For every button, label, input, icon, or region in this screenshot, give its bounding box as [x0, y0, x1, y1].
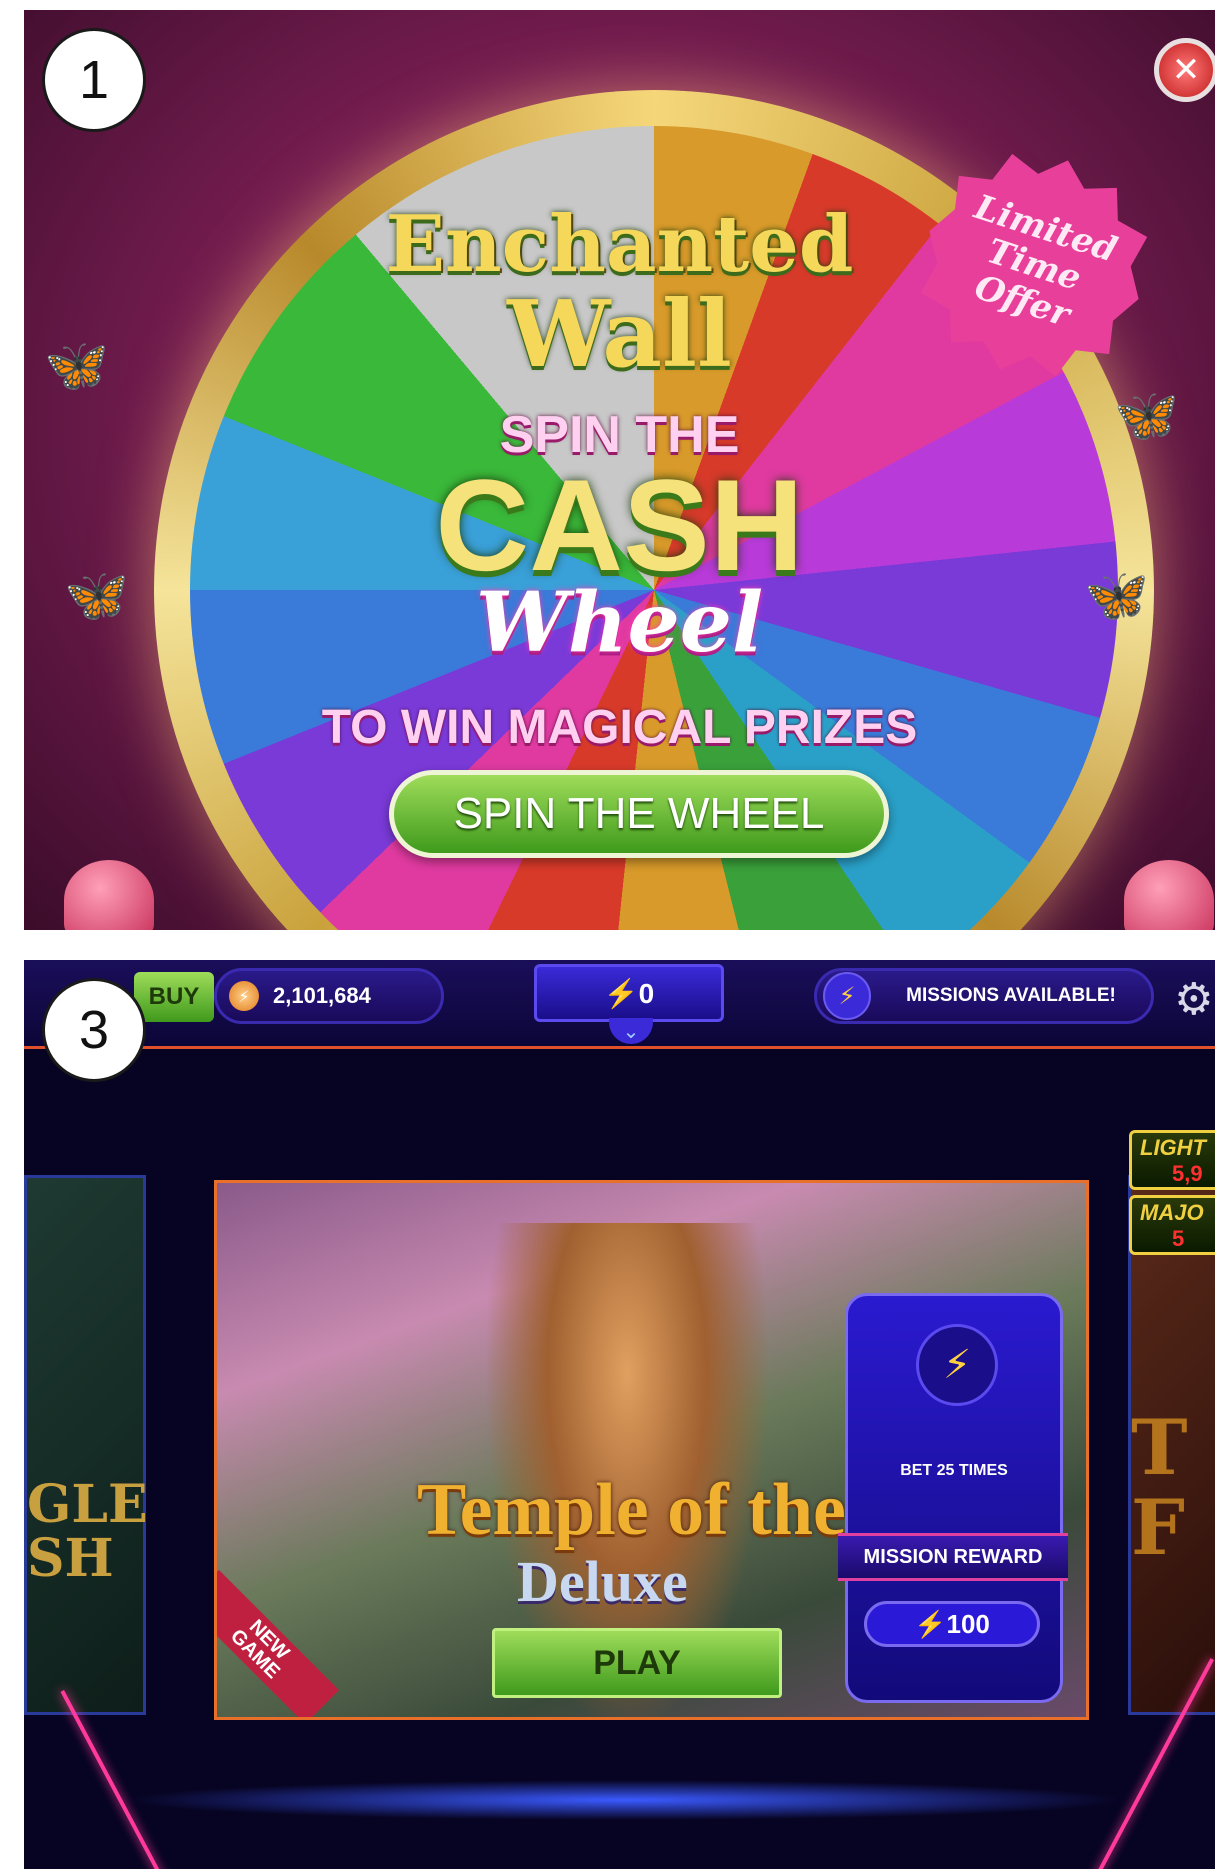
coin-icon: ⚡ — [229, 981, 259, 1011]
mushroom-decoration — [64, 860, 154, 930]
jackpot-label: LIGHT — [1140, 1135, 1206, 1160]
buy-button[interactable]: BUY — [134, 972, 214, 1022]
close-icon: ✕ — [1171, 50, 1201, 90]
mushroom-decoration — [1124, 860, 1214, 930]
stage-floor-glow — [124, 1780, 1124, 1820]
spin-the-wheel-button[interactable]: SPIN THE WHEEL — [389, 770, 889, 858]
jackpot-major: MAJO 5 — [1129, 1195, 1215, 1255]
mission-reward-value: ⚡100 — [864, 1601, 1040, 1647]
offer-badge-text: Limited Time Offer — [969, 187, 1122, 336]
game-tile-next[interactable]: T F — [1128, 1175, 1215, 1715]
new-game-ribbon: NEW GAME — [217, 1569, 340, 1717]
coin-balance-value: 2,101,684 — [273, 983, 371, 1008]
energy-meter[interactable]: ⚡0 — [534, 964, 724, 1022]
lightning-bolt-icon: ⚡ — [916, 1324, 998, 1406]
mission-task: BET 25 TIMES — [900, 1462, 1008, 1479]
game-tile-previous-title: GLE SH — [27, 1474, 148, 1589]
jackpot-grand: LIGHT 5,9 — [1129, 1130, 1215, 1190]
subheadline: TO WIN MAGICAL PRIZES — [321, 701, 918, 754]
coin-balance[interactable]: ⚡ 2,101,684 — [214, 968, 444, 1024]
mission-panel: ⚡ BET 25 TIMES MISSION REWARD ⚡100 — [838, 1293, 1068, 1703]
gear-icon[interactable]: ⚙ — [1174, 978, 1213, 1022]
headline-wheel: Wheel — [475, 575, 764, 671]
game-subtitle: Deluxe — [517, 1549, 688, 1614]
jackpot-label: MAJO — [1140, 1200, 1204, 1225]
featured-game-card[interactable]: Temple of the Tiger Deluxe PLAY NEW GAME… — [214, 1180, 1089, 1720]
game-tile-next-title: T F — [1131, 1403, 1188, 1572]
game-tile-previous[interactable]: GLE SH — [24, 1175, 148, 1715]
chevron-down-icon[interactable]: ⌄ — [609, 1018, 653, 1044]
laser-beam — [60, 1690, 177, 1869]
spin-the-wheel-popup: 🦋 🦋 🦋 🦋 Enchanted Wall SPIN THE CASH Whe… — [24, 10, 1215, 930]
missions-label: MISSIONS AVAILABLE! — [906, 985, 1116, 1006]
lightning-bolt-icon: ⚡ — [823, 972, 871, 1020]
missions-button[interactable]: ⚡ MISSIONS AVAILABLE! — [814, 968, 1154, 1024]
top-bar: BUY ⚡ 2,101,684 ⚡0 ⌄ ⚡ MISSIONS AVAILABL… — [24, 960, 1215, 1049]
jackpot-value: 5,9 — [1172, 1161, 1203, 1186]
close-button[interactable]: ✕ — [1154, 38, 1215, 102]
step-number-badge: 1 — [42, 28, 146, 132]
slots-lobby: BUY ⚡ 2,101,684 ⚡0 ⌄ ⚡ MISSIONS AVAILABL… — [24, 960, 1215, 1869]
mission-reward-label: MISSION REWARD — [838, 1533, 1068, 1581]
play-button[interactable]: PLAY — [492, 1628, 782, 1698]
step-number-badge: 3 — [42, 978, 146, 1082]
jackpot-value: 5 — [1172, 1226, 1185, 1251]
